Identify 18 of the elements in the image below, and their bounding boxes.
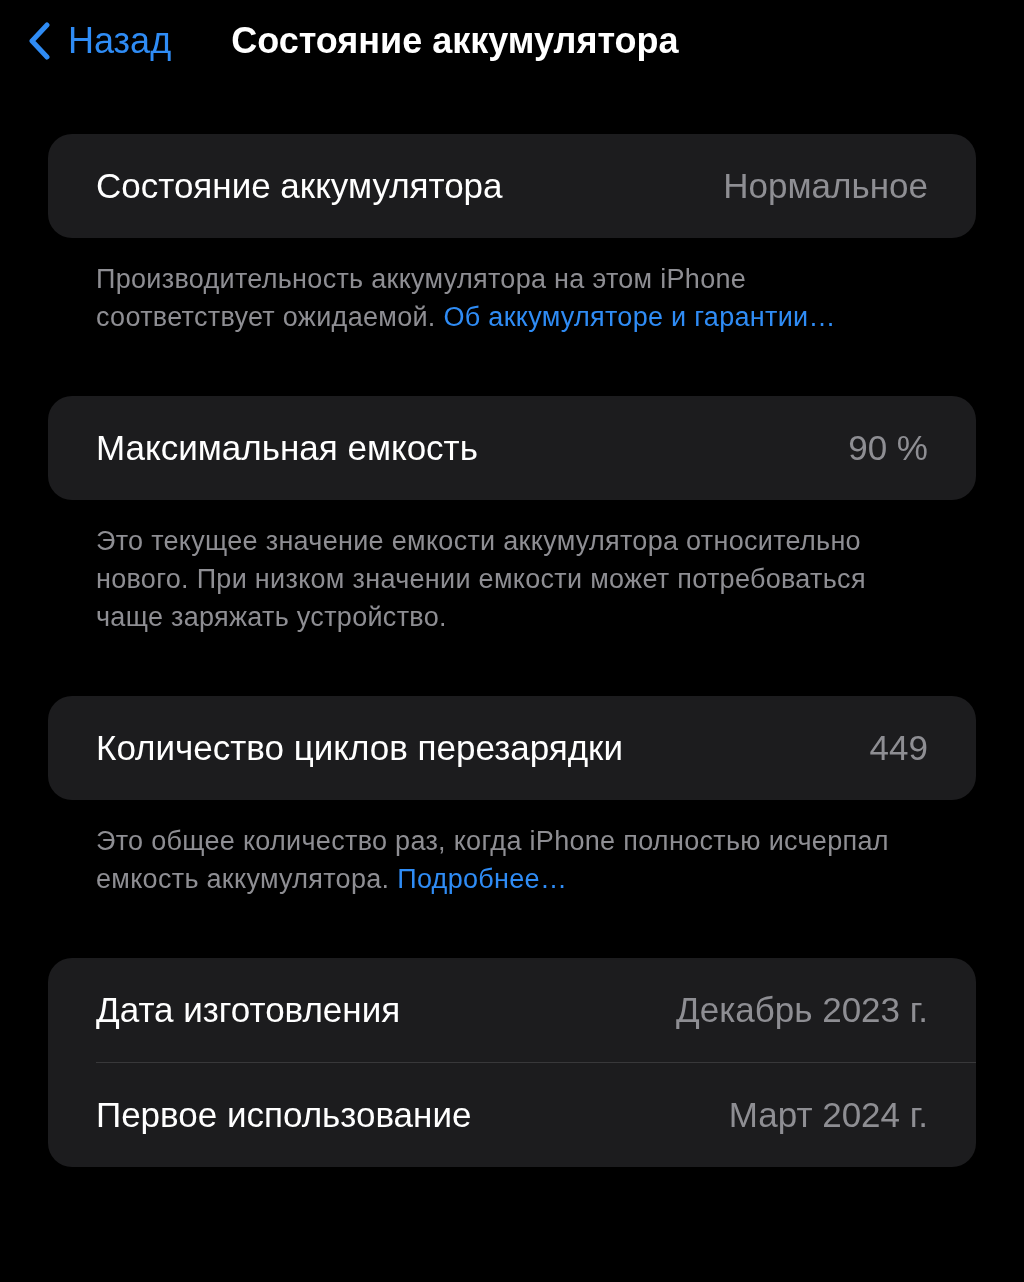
row-label: Количество циклов перезарядки bbox=[96, 728, 623, 768]
row-value: 90 % bbox=[848, 428, 928, 468]
row-value: Март 2024 г. bbox=[728, 1095, 928, 1135]
row-label: Состояние аккумулятора bbox=[96, 166, 503, 206]
row-value: Декабрь 2023 г. bbox=[676, 990, 928, 1030]
footer-link[interactable]: Подробнее… bbox=[397, 864, 568, 894]
chevron-left-icon bbox=[28, 22, 50, 60]
footer-link[interactable]: Об аккумуляторе и гарантии… bbox=[443, 302, 836, 332]
row-label: Первое использование bbox=[96, 1095, 472, 1135]
section-footer-text: Это текущее значение емкости аккумулятора относительно нового. При низком значении емкости может потребоваться чаще заряжать устройство. bbox=[96, 525, 867, 634]
back-button[interactable]: Назад bbox=[28, 20, 172, 62]
section-footer-text: Производительность аккумулятора на этом iPhone соответствует ожидаемой. Об аккумуляторе и гарантии… bbox=[96, 263, 837, 334]
row-value: Нормальное bbox=[723, 166, 928, 206]
row-value: 449 bbox=[869, 728, 928, 768]
row-label: Дата изготовления bbox=[96, 990, 401, 1030]
screen-title: Состояние аккумулятора bbox=[231, 20, 679, 62]
section-footer-text: Это общее количество раз, когда iPhone полностью исчерпал емкость аккумулятора. Подробнее… bbox=[96, 825, 890, 896]
row-label: Максимальная емкость bbox=[96, 428, 478, 468]
